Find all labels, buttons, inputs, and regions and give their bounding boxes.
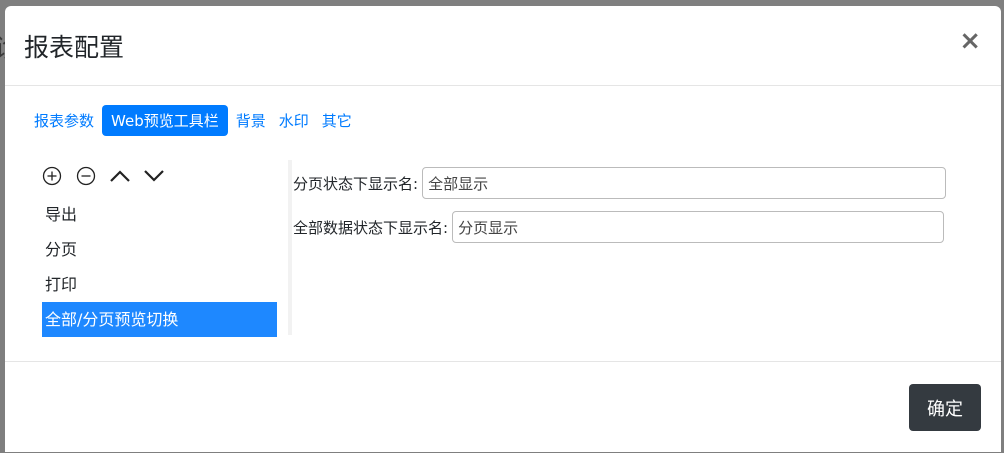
remove-circle-icon[interactable]	[75, 165, 97, 187]
dialog-header: 报表配置 ×	[5, 6, 1001, 86]
tab-web-preview-toolbar[interactable]: Web预览工具栏	[102, 105, 228, 136]
list-item-paging[interactable]: 分页	[42, 232, 277, 267]
paged-name-label: 分页状态下显示名:	[293, 174, 419, 193]
report-config-dialog: 报表配置 × 报表参数 Web预览工具栏 背景 水印 其它 导出 分页 打印 全…	[5, 6, 1001, 452]
paged-name-input[interactable]	[422, 167, 947, 199]
chevron-down-icon[interactable]	[143, 165, 165, 187]
list-item-toggle-preview[interactable]: 全部/分页预览切换	[42, 302, 277, 337]
all-data-name-input[interactable]	[452, 211, 945, 243]
tab-background[interactable]: 背景	[231, 105, 271, 136]
tab-report-params[interactable]: 报表参数	[29, 105, 99, 136]
close-button[interactable]: ×	[959, 28, 981, 54]
toolbar-item-list: 导出 分页 打印 全部/分页预览切换	[42, 197, 277, 337]
tab-other[interactable]: 其它	[317, 105, 357, 136]
dialog-title: 报表配置	[24, 33, 125, 62]
list-item-export[interactable]: 导出	[42, 197, 277, 232]
tab-bar: 报表参数 Web预览工具栏 背景 水印 其它	[29, 105, 360, 136]
chevron-up-icon[interactable]	[109, 165, 131, 187]
all-data-name-row: 全部数据状态下显示名:	[293, 211, 945, 243]
toolbar-items-panel: 导出 分页 打印 全部/分页预览切换	[39, 160, 292, 337]
list-item-print[interactable]: 打印	[42, 267, 277, 302]
add-circle-icon[interactable]	[41, 165, 63, 187]
tab-watermark[interactable]: 水印	[274, 105, 314, 136]
item-toolbar	[41, 164, 177, 188]
all-data-name-label: 全部数据状态下显示名:	[293, 218, 449, 237]
dialog-footer: 确定	[5, 361, 1001, 453]
paged-name-row: 分页状态下显示名:	[293, 167, 947, 199]
confirm-button[interactable]: 确定	[909, 384, 981, 431]
